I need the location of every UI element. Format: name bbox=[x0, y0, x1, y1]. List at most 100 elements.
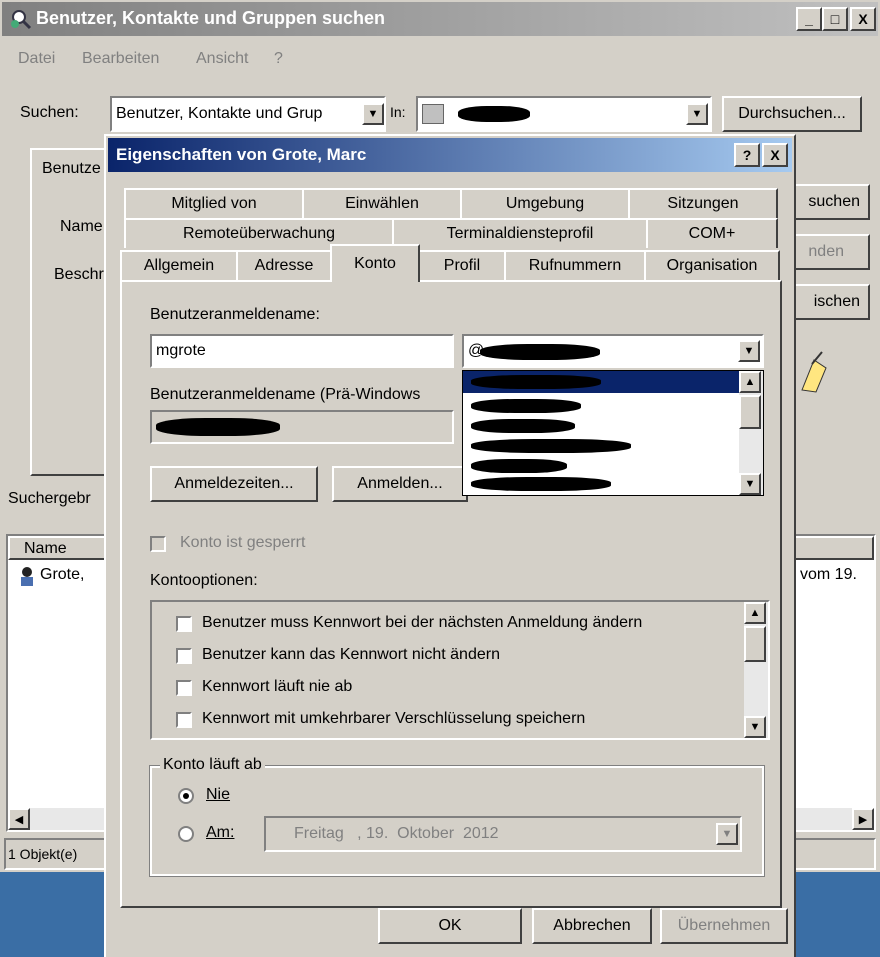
chevron-down-icon[interactable]: ▼ bbox=[738, 340, 760, 362]
result-row-name[interactable]: Grote, bbox=[40, 566, 84, 584]
account-locked-checkbox[interactable] bbox=[150, 536, 166, 552]
tab-allgemein[interactable]: Allgemein bbox=[120, 250, 238, 280]
tab-label: Allgemein bbox=[143, 257, 215, 274]
redacted-domain bbox=[471, 419, 575, 433]
chevron-down-icon[interactable]: ▼ bbox=[716, 823, 738, 845]
logon-name-label: Benutzeranmeldename: bbox=[150, 306, 320, 323]
scroll-left-button[interactable]: ◀ bbox=[8, 808, 30, 830]
domain-icon bbox=[422, 104, 444, 124]
tab-einwaehlen[interactable]: Einwählen bbox=[302, 188, 462, 218]
tab-label: Mitglied von bbox=[171, 195, 257, 212]
tab-label: Umgebung bbox=[505, 195, 585, 212]
at-date-radio[interactable] bbox=[178, 826, 194, 842]
menu-bearbeiten[interactable]: Bearbeiten bbox=[82, 50, 159, 68]
never-radio[interactable] bbox=[178, 788, 194, 804]
redacted-domain bbox=[480, 344, 600, 360]
tab-mitglied-von[interactable]: Mitglied von bbox=[124, 188, 304, 218]
description-label: Beschr bbox=[54, 266, 104, 283]
tab-terminaldiensteprofil[interactable]: Terminaldiensteprofil bbox=[392, 218, 648, 248]
tab-profil[interactable]: Profil bbox=[418, 250, 506, 280]
minimize-button[interactable]: _ bbox=[796, 7, 822, 31]
redacted-domain bbox=[471, 459, 567, 473]
chevron-down-icon[interactable]: ▼ bbox=[362, 103, 384, 125]
chevron-down-icon[interactable]: ▼ bbox=[686, 103, 708, 125]
dialog-title: Eigenschaften von Grote, Marc bbox=[116, 145, 367, 164]
column-header-name[interactable]: Name bbox=[8, 536, 108, 560]
search-type-select[interactable]: Benutzer, Kontakte und Grup ▼ bbox=[110, 96, 386, 132]
option-checkbox[interactable] bbox=[176, 680, 192, 696]
tab-umgebung[interactable]: Umgebung bbox=[460, 188, 630, 218]
scroll-down-button[interactable]: ▼ bbox=[744, 716, 766, 738]
option-label: Kennwort läuft nie ab bbox=[202, 678, 353, 695]
tab-organisation[interactable]: Organisation bbox=[644, 250, 780, 280]
options-scrollbar[interactable]: ▲ ▼ bbox=[744, 602, 768, 738]
main-window-title: Benutzer, Kontakte und Gruppen suchen bbox=[36, 8, 386, 28]
tab-rufnummern[interactable]: Rufnummern bbox=[504, 250, 646, 280]
name-label: Name: bbox=[60, 218, 108, 235]
tab-konto[interactable]: Konto bbox=[330, 244, 420, 282]
maximize-button[interactable]: □ bbox=[822, 7, 848, 31]
results-label: Suchergebr bbox=[8, 490, 91, 507]
tab-sitzungen[interactable]: Sitzungen bbox=[628, 188, 778, 218]
redacted-domain bbox=[156, 418, 280, 436]
tab-label: Rufnummern bbox=[528, 257, 622, 274]
find-tab-label: Benutze bbox=[42, 160, 101, 177]
dialog-title-bar: Eigenschaften von Grote, Marc ? X bbox=[108, 138, 792, 172]
option-checkbox[interactable] bbox=[176, 648, 192, 664]
konto-panel: Benutzeranmeldename: mgrote @ ▼ ▲ ▼ Benu… bbox=[120, 280, 782, 908]
option-checkbox[interactable] bbox=[176, 712, 192, 728]
tab-label: COM+ bbox=[688, 225, 736, 242]
tab-label: Sitzungen bbox=[667, 195, 739, 212]
dropdown-scrollbar[interactable]: ▲ ▼ bbox=[739, 371, 763, 495]
tab-com[interactable]: COM+ bbox=[646, 218, 778, 248]
menu-help[interactable]: ? bbox=[274, 50, 283, 68]
browse-button[interactable]: Durchsuchen... bbox=[722, 96, 862, 132]
scroll-right-button[interactable]: ▶ bbox=[852, 808, 874, 830]
status-text: 1 Objekt(e) bbox=[8, 846, 78, 862]
redacted-domain bbox=[471, 439, 631, 453]
account-expires-label: Konto läuft ab bbox=[160, 756, 265, 774]
search-animation-icon bbox=[796, 350, 830, 394]
redacted-domain bbox=[471, 399, 581, 413]
search-now-label: suchen bbox=[808, 193, 860, 210]
close-button[interactable]: X bbox=[850, 7, 876, 31]
dropdown-item-selected[interactable] bbox=[463, 371, 739, 393]
option-checkbox[interactable] bbox=[176, 616, 192, 632]
scroll-thumb[interactable] bbox=[744, 626, 766, 662]
tab-label: Organisation bbox=[666, 257, 758, 274]
help-button[interactable]: ? bbox=[734, 143, 760, 167]
expiry-date-picker[interactable]: Freitag , 19. Oktober 2012 ▼ bbox=[264, 816, 742, 852]
search-label: Suchen: bbox=[20, 104, 79, 121]
search-location-select[interactable]: ▼ bbox=[416, 96, 712, 132]
ok-button[interactable]: OK bbox=[378, 908, 522, 944]
account-options-list[interactable]: Benutzer muss Kennwort bei der nächsten … bbox=[150, 600, 770, 740]
scroll-up-button[interactable]: ▲ bbox=[744, 602, 766, 624]
menu-datei[interactable]: Datei bbox=[18, 50, 55, 68]
logon-name-input[interactable]: mgrote bbox=[150, 334, 454, 368]
find-users-icon bbox=[10, 8, 32, 30]
main-title-bar: Benutzer, Kontakte und Gruppen suchen _ … bbox=[2, 2, 878, 36]
logon-hours-button[interactable]: Anmeldezeiten... bbox=[150, 466, 318, 502]
dialog-close-button[interactable]: X bbox=[762, 143, 788, 167]
prewin-domain-field bbox=[150, 410, 454, 444]
apply-button[interactable]: Übernehmen bbox=[660, 908, 788, 944]
redacted-domain bbox=[458, 106, 530, 122]
logon-to-button[interactable]: Anmelden... bbox=[332, 466, 468, 502]
tab-adresse[interactable]: Adresse bbox=[236, 250, 332, 280]
scroll-up-button[interactable]: ▲ bbox=[739, 371, 761, 393]
find-tab[interactable]: Benutze bbox=[30, 148, 114, 184]
upn-suffix-dropdown[interactable]: ▲ ▼ bbox=[462, 370, 764, 496]
account-expires-group: Konto läuft ab Nie Am: Freitag , 19. Okt… bbox=[149, 756, 765, 877]
tab-label: Einwählen bbox=[345, 195, 419, 212]
cancel-button[interactable]: Abbrechen bbox=[532, 908, 652, 944]
upn-suffix-select[interactable]: @ ▼ bbox=[462, 334, 764, 368]
column-header-name-label: Name bbox=[24, 540, 67, 557]
logon-name-value: mgrote bbox=[156, 342, 206, 359]
tab-label: Terminaldiensteprofil bbox=[446, 225, 594, 242]
scroll-thumb[interactable] bbox=[739, 395, 761, 429]
tab-label: Profil bbox=[443, 257, 481, 274]
tab-label: Adresse bbox=[254, 257, 314, 274]
at-date-label: Am: bbox=[206, 824, 235, 841]
scroll-down-button[interactable]: ▼ bbox=[739, 473, 761, 495]
menu-ansicht[interactable]: Ansicht bbox=[196, 50, 248, 68]
